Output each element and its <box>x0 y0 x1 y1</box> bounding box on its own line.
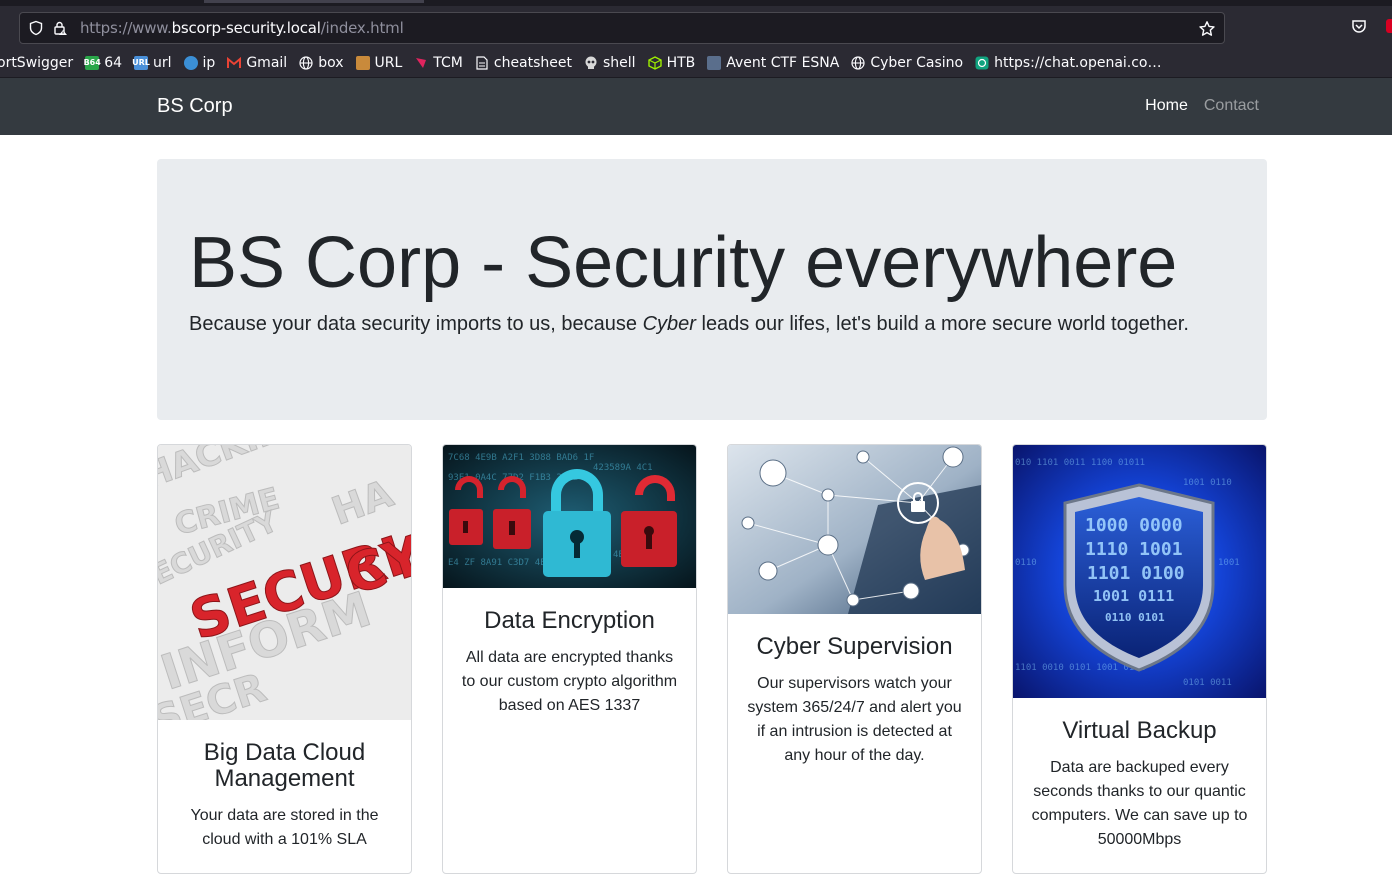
url-text[interactable]: https://www.bscorp-security.local/index.… <box>80 19 404 37</box>
bookmark-64[interactable]: B64 64 <box>84 55 122 71</box>
document-icon <box>475 55 489 70</box>
card-virtual-backup: 010 1101 0011 1100 01011 1001 0110 0110 1… <box>1012 444 1267 874</box>
svg-text:0110: 0110 <box>1015 558 1037 568</box>
card-data-encryption: 7C68 4E9B A2F1 3D88 BAD6 1F 93E1 0A4C 77… <box>442 444 697 874</box>
card-title: Data Encryption <box>484 607 655 634</box>
svg-text:010 1101 0011 1100 01011: 010 1101 0011 1100 01011 <box>1015 458 1145 468</box>
card-text: Data are backuped every seconds thanks t… <box>1031 759 1248 848</box>
globe-icon <box>299 55 313 70</box>
bookmark-ip[interactable]: ip <box>183 55 215 71</box>
page-title: BS Corp - Security everywhere <box>189 223 1178 303</box>
tracking-shield-icon[interactable] <box>28 20 44 36</box>
bookmark-htb[interactable]: HTB <box>647 55 695 71</box>
skull-icon <box>584 56 598 70</box>
binary-shield-image: 010 1101 0011 1100 01011 1001 0110 0110 1… <box>1013 445 1266 698</box>
card-title: Big Data Cloud Management <box>203 739 366 792</box>
bookmark-gmail[interactable]: Gmail <box>227 55 287 71</box>
url-encoder-icon: URL <box>132 55 150 70</box>
bookmark-portswigger[interactable]: ortSwigger <box>0 55 73 71</box>
svg-text:0101 0011: 0101 0011 <box>1183 678 1232 688</box>
svg-text:1001 0111: 1001 0111 <box>1093 587 1174 605</box>
url-tool-icon <box>355 55 370 70</box>
nav-links: Home Contact <box>1145 97 1259 115</box>
bookmarks-toolbar: ortSwigger B64 64 URL url ip Gmail box URL… <box>0 48 1392 78</box>
extension-icon[interactable] <box>1386 19 1392 33</box>
svg-text:1110 1001: 1110 1001 <box>1085 539 1183 560</box>
gmail-icon <box>227 56 242 70</box>
svg-text:1001 0110: 1001 0110 <box>1183 478 1232 488</box>
browser-toolbar: https://www.bscorp-security.local/index.… <box>0 6 1392 48</box>
padlocks-image: 7C68 4E9B A2F1 3D88 BAD6 1F 93E1 0A4C 77… <box>443 445 696 588</box>
globe-icon <box>851 55 865 70</box>
bookmark-chatgpt[interactable]: https://chat.openai.co… <box>975 55 1162 71</box>
bookmark-url[interactable]: URL url <box>132 55 171 71</box>
card-title: Virtual Backup <box>1062 717 1217 744</box>
bookmark-avent-ctf[interactable]: Avent CTF ESNA <box>707 55 839 71</box>
brand-link[interactable]: BS Corp <box>157 95 233 118</box>
bookmark-cyber-casino[interactable]: Cyber Casino <box>851 55 963 71</box>
nav-contact-link[interactable]: Contact <box>1204 97 1259 115</box>
card-title: Cyber Supervision <box>756 633 953 660</box>
jumbotron: BS Corp - Security everywhere Because yo… <box>157 159 1267 420</box>
htb-cube-icon <box>647 55 662 70</box>
svg-text:1001: 1001 <box>1218 558 1240 568</box>
bookmark-box[interactable]: box <box>299 55 344 71</box>
bookmark-star-icon[interactable] <box>1198 20 1216 43</box>
bookmark-shell[interactable]: shell <box>584 55 636 71</box>
nav-home-link[interactable]: Home <box>1145 97 1188 115</box>
tcm-icon <box>414 56 428 70</box>
security-words-image: HACKING CRIME HA SECURITY INFORM SECR SE… <box>158 445 411 720</box>
active-tab[interactable] <box>204 0 424 3</box>
svg-text:423589A 4C1: 423589A 4C1 <box>593 463 653 473</box>
svg-text:7C68 4E9B A2F1 3D88 BAD6 1F: 7C68 4E9B A2F1 3D88 BAD6 1F <box>448 453 594 463</box>
svg-text:0110 0101: 0110 0101 <box>1105 611 1165 624</box>
bookmark-cheatsheet[interactable]: cheatsheet <box>475 55 572 71</box>
insecure-lock-icon[interactable] <box>52 20 68 36</box>
bookmark-url-tool[interactable]: URL <box>355 55 402 71</box>
bookmark-tcm[interactable]: TCM <box>414 55 463 71</box>
svg-text:1000 0000: 1000 0000 <box>1085 515 1183 536</box>
network-touch-image <box>728 445 981 614</box>
card-text: All data are encrypted thanks to our cus… <box>461 649 678 714</box>
card-text: Our supervisors watch your system 365/24… <box>747 675 962 764</box>
card-text: Your data are stored in the cloud with a… <box>190 807 379 848</box>
address-bar[interactable]: https://www.bscorp-security.local/index.… <box>19 12 1225 44</box>
lead-text: Because your data security imports to us… <box>189 313 1189 335</box>
pocket-icon[interactable] <box>1351 18 1367 39</box>
globe-blue-icon <box>183 55 198 70</box>
card-cyber-supervision: Cyber Supervision Our supervisors watch … <box>727 444 982 874</box>
base64-icon: B64 <box>84 55 101 70</box>
openai-icon <box>975 56 989 70</box>
card-big-data: HACKING CRIME HA SECURITY INFORM SECR SE… <box>157 444 412 874</box>
esna-icon <box>707 55 722 70</box>
svg-text:1101 0100: 1101 0100 <box>1087 563 1185 584</box>
site-navbar: BS Corp Home Contact <box>0 78 1392 135</box>
